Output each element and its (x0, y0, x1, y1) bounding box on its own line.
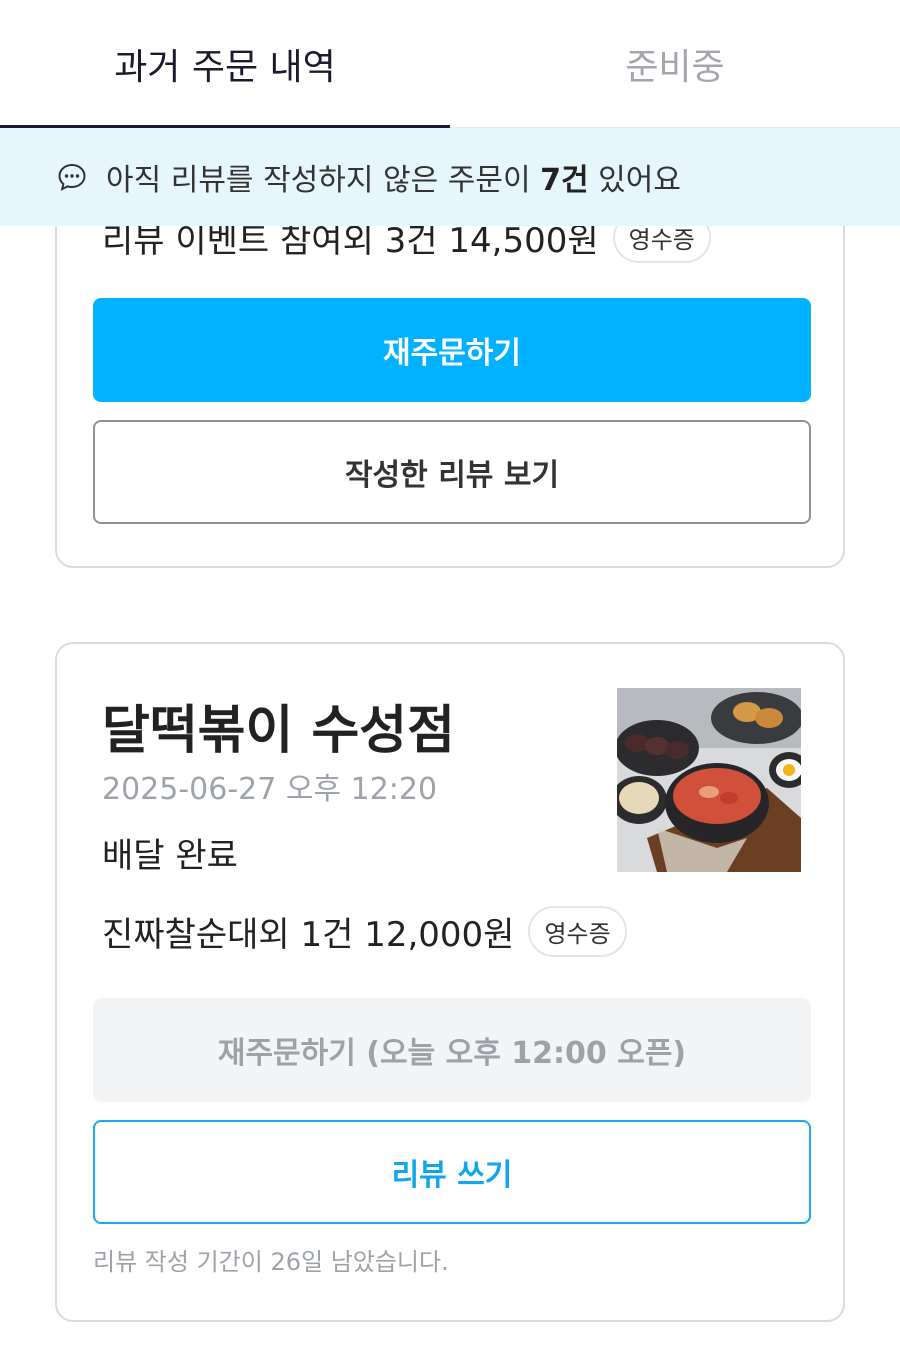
banner-text-suffix: 있어요 (598, 163, 681, 198)
order-status: 배달 완료 (102, 836, 238, 876)
order-date: 2025-06-27 오후 12:20 (102, 772, 438, 807)
tab-past-orders[interactable]: 과거 주문 내역 (0, 0, 450, 129)
store-name[interactable]: 달떡볶이 수성점 (102, 688, 455, 763)
unreviewed-orders-banner[interactable]: 아직 리뷰를 작성하지 않은 주문이 7건 있어요 (0, 128, 900, 226)
receipt-button[interactable]: 영수증 (528, 906, 627, 957)
order-tabs: 과거 주문 내역 준비중 (0, 0, 900, 129)
food-photo-image (617, 688, 801, 872)
tab-preparing[interactable]: 준비중 (450, 0, 900, 128)
chat-bubble-icon (58, 163, 86, 191)
order-items-summary: 진짜찰순대외 1건 12,000원 영수증 (102, 906, 627, 957)
view-written-review-button[interactable]: 작성한 리뷰 보기 (93, 420, 811, 524)
reorder-button[interactable]: 재주문하기 (93, 298, 811, 402)
store-thumbnail-image[interactable] (617, 688, 801, 872)
write-review-button[interactable]: 리뷰 쓰기 (93, 1120, 811, 1224)
order-card[interactable]: 달떡볶이 수성점 2025-06-27 오후 12:20 배달 완료 진짜찰순대… (55, 642, 845, 1322)
reorder-button-disabled: 재주문하기 (오늘 오후 12:00 오픈) (93, 998, 811, 1102)
banner-count: 7건 (540, 163, 589, 198)
banner-text-prefix: 아직 리뷰를 작성하지 않은 주문이 (106, 163, 531, 198)
review-deadline-note: 리뷰 작성 기간이 26일 남았습니다. (93, 1248, 449, 1276)
items-summary-text: 진짜찰순대외 1건 12,000원 (102, 915, 515, 955)
